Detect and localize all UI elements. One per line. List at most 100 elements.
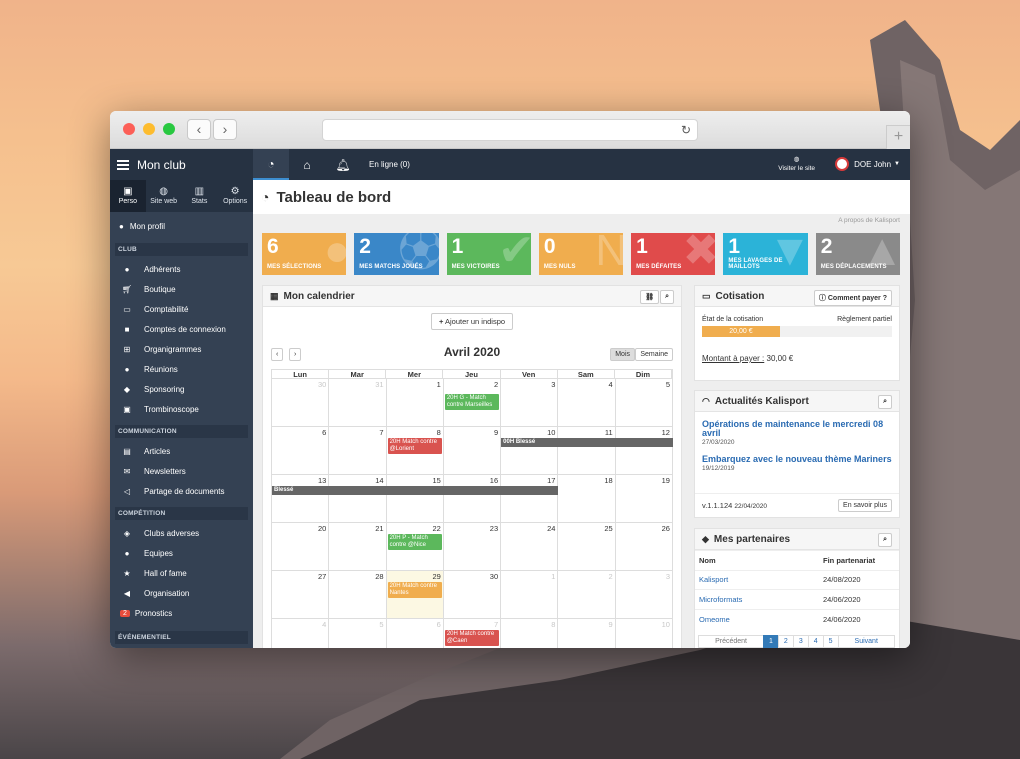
user-menu[interactable]: DOE John ▼ — [835, 157, 900, 171]
tab-perso[interactable]: ▣ Perso — [110, 180, 146, 212]
link-icon[interactable]: ⛓ — [640, 290, 659, 304]
sidebar-item-sponsoring[interactable]: ◆ Sponsoring — [110, 379, 253, 399]
calendar-day-cell[interactable]: 2 — [558, 571, 616, 619]
dashboard-icon[interactable]: ◔ — [253, 149, 289, 180]
minimize-window-button[interactable] — [143, 123, 155, 135]
view-month-button[interactable]: Mois — [610, 348, 635, 361]
calendar-day-cell[interactable]: 5 — [329, 619, 387, 648]
inbox-icon[interactable]: ⌂ — [289, 149, 325, 180]
calendar-day-cell[interactable]: 31 — [329, 379, 387, 427]
calendar-day-cell[interactable]: 17 — [501, 475, 559, 523]
sidebar-item-comptes[interactable]: ■ Comptes de connexion — [110, 319, 253, 339]
calendar-day-cell[interactable]: 9 — [443, 427, 502, 475]
sidebar-item-pronostics[interactable]: 2 Pronostics — [110, 603, 253, 623]
calendar-day-cell[interactable]: 24 — [501, 523, 559, 571]
page-button[interactable]: 1 — [763, 634, 779, 648]
zoom-icon[interactable]: ⌕ — [878, 533, 892, 547]
visit-site-link[interactable]: ◍ Visiter le site — [778, 155, 815, 173]
next-page-button[interactable]: Suivant — [837, 634, 895, 648]
tab-site-web[interactable]: ◍ Site web — [146, 180, 182, 212]
about-link[interactable]: A propos de Kalisport — [838, 217, 900, 224]
calendar-event[interactable]: 20H Match contre @Caen — [444, 630, 500, 646]
calendar-event[interactable]: 20H P - Match contre @Nice — [387, 534, 442, 550]
back-button[interactable]: ‹ — [187, 119, 211, 140]
calendar-day-cell[interactable]: 30 — [272, 379, 330, 427]
calendar-event-bar[interactable]: Blessé — [272, 486, 559, 495]
calendar-day-cell[interactable]: 6 — [272, 427, 330, 475]
calendar-day-cell[interactable]: 23 — [443, 523, 502, 571]
sidebar-item-adherents[interactable]: ● Adhérents — [110, 259, 253, 279]
zoom-icon[interactable]: ⌕ — [660, 290, 674, 304]
calendar-day-cell[interactable]: 8 — [501, 619, 559, 648]
calendar-day-cell[interactable]: 2 20H G - Match contre Marseilles — [443, 379, 502, 427]
calendar-day-cell[interactable]: 22 20H P - Match contre @Nice — [386, 523, 444, 571]
calendar-day-cell[interactable]: 12 — [615, 427, 673, 475]
calendar-day-cell[interactable]: 15 — [386, 475, 444, 523]
calendar-day-cell[interactable]: 28 — [329, 571, 387, 619]
calendar-day-cell[interactable]: 7 20H Match contre @Caen — [444, 619, 502, 648]
calendar-day-cell[interactable]: 10 — [616, 619, 673, 648]
calendar-day-cell[interactable]: 6 — [387, 619, 444, 648]
calendar-day-cell[interactable]: 3 — [501, 379, 559, 427]
partner-name-link[interactable]: Microformats — [695, 589, 819, 609]
calendar-day-cell[interactable]: 29 20H Match contre Nantes — [386, 571, 444, 619]
page-button[interactable]: 3 — [792, 634, 809, 648]
sidebar-item-articles[interactable]: ▤ Articles — [110, 441, 253, 461]
calendar-event[interactable]: 20H Match contre @Lorient — [387, 438, 442, 454]
calendar-day-cell[interactable]: 4 — [272, 619, 330, 648]
calendar-day-cell[interactable]: 9 — [558, 619, 616, 648]
sidebar-item-partage[interactable]: ◁ Partage de documents — [110, 481, 253, 501]
tile-victoires[interactable]: ✔ 1 MES VICTOIRES — [446, 233, 531, 275]
sidebar-item-newsletters[interactable]: ✉ Newsletters — [110, 461, 253, 481]
close-window-button[interactable] — [123, 123, 135, 135]
news-item[interactable]: Embarquez avec le nouveau thème Mariners… — [695, 446, 899, 473]
prev-page-button[interactable]: Précédent — [698, 634, 765, 648]
column-header-end[interactable]: Fin partenariat — [819, 550, 899, 570]
tile-nuls[interactable]: N 0 MES NULS — [538, 233, 624, 275]
news-item[interactable]: Opérations de maintenance le mercredi 08… — [695, 412, 899, 447]
tab-stats[interactable]: ▥ Stats — [182, 180, 218, 212]
bell-icon[interactable]: 🔔︎ — [325, 149, 361, 180]
page-button[interactable]: 4 — [807, 634, 824, 648]
online-count[interactable]: En ligne (0) — [369, 160, 410, 169]
tile-selections[interactable]: ● 6 MES SÉLECTIONS — [262, 233, 347, 275]
sidebar-item-hall-of-fame[interactable]: ★ Hall of fame — [110, 563, 253, 583]
sidebar-item-reunions[interactable]: ● Réunions — [110, 359, 253, 379]
calendar-day-cell[interactable]: 4 — [558, 379, 616, 427]
page-button[interactable]: 5 — [822, 634, 839, 648]
calendar-day-cell[interactable]: 1 — [501, 571, 559, 619]
calendar-day-cell[interactable]: 18 — [558, 475, 616, 523]
calendar-day-cell[interactable]: 1 — [386, 379, 444, 427]
calendar-day-cell[interactable]: 3 — [615, 571, 673, 619]
sidebar-item-organigrammes[interactable]: ⊞ Organigrammes — [110, 339, 253, 359]
sidebar-item-organisation[interactable]: ◀ Organisation — [110, 583, 253, 603]
sidebar-item-boutique[interactable]: 🛒︎ Boutique — [110, 279, 253, 299]
calendar-day-cell[interactable]: 5 — [615, 379, 673, 427]
calendar-event[interactable]: 20H G - Match contre Marseilles — [444, 394, 500, 410]
calendar-day-cell[interactable]: 13 — [272, 475, 330, 523]
sidebar-item-comptabilite[interactable]: ▭ Comptabilité — [110, 299, 253, 319]
calendar-day-cell[interactable]: 11 — [558, 427, 616, 475]
calendar-day-cell[interactable]: 14 — [329, 475, 387, 523]
tab-options[interactable]: ⚙ Options — [217, 180, 253, 212]
reload-icon[interactable]: ↻ — [681, 123, 691, 137]
learn-more-button[interactable]: En savoir plus — [838, 499, 892, 512]
calendar-event[interactable]: 20H Match contre Nantes — [387, 582, 442, 598]
sidebar-item-clubs-adverses[interactable]: ◈ Clubs adverses — [110, 523, 253, 543]
sidebar-item-trombinoscope[interactable]: ▣ Trombinoscope — [110, 399, 253, 419]
calendar-day-cell[interactable]: 20 — [272, 523, 330, 571]
sidebar-item-equipes[interactable]: ● Equipes — [110, 543, 253, 563]
calendar-day-cell[interactable]: 30 — [443, 571, 502, 619]
calendar-day-cell[interactable]: 26 — [615, 523, 673, 571]
how-to-pay-button[interactable]: ⓘ Comment payer ? — [813, 290, 892, 306]
add-unavailability-button[interactable]: + Ajouter un indispo — [430, 313, 514, 330]
tile-matchs-joues[interactable]: ⚽︎ 2 MES MATCHS JOUÉS — [354, 233, 439, 275]
forward-button[interactable]: › — [213, 119, 237, 140]
tile-lavages[interactable]: ▼ 1 MES LAVAGES DE MAILLOTS — [723, 233, 808, 275]
address-bar[interactable]: ↻ — [322, 119, 698, 141]
zoom-icon[interactable]: ⌕ — [878, 395, 892, 409]
view-week-button[interactable]: Semaine — [635, 348, 673, 361]
menu-icon[interactable] — [117, 158, 129, 172]
page-button[interactable]: 2 — [777, 634, 794, 648]
calendar-day-cell[interactable]: 25 — [558, 523, 616, 571]
